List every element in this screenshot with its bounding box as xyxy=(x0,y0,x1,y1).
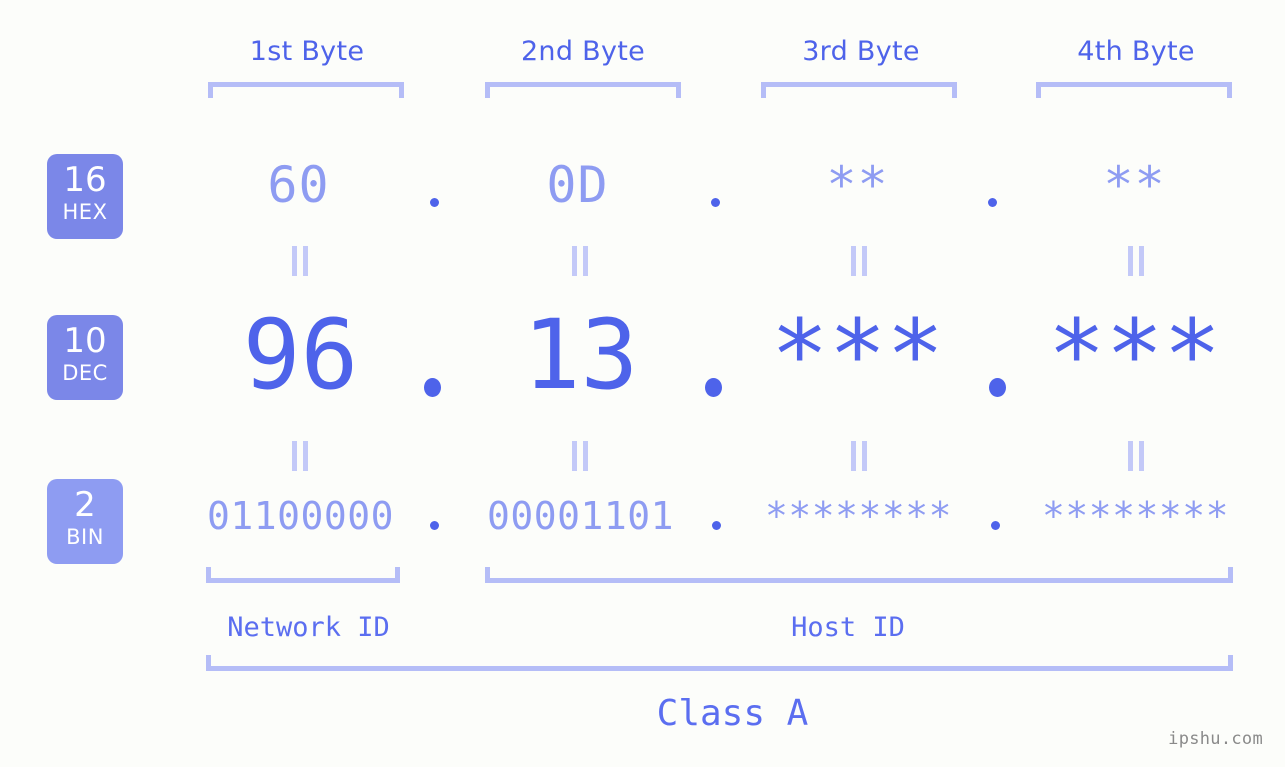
byte-header-3: 3rd Byte xyxy=(802,36,920,67)
class-bracket xyxy=(206,655,1233,671)
bin-byte-1: 01100000 xyxy=(206,494,395,538)
hex-dot-separator-2 xyxy=(711,198,720,207)
equals-mark-dec-bin-3 xyxy=(850,441,868,471)
base-badge-bin: 2 BIN xyxy=(47,479,123,564)
equals-mark-hex-dec-4 xyxy=(1127,246,1145,276)
byte-header-2: 2nd Byte xyxy=(520,36,646,67)
byte-header-1: 1st Byte xyxy=(249,36,365,67)
byte-bracket-top-1 xyxy=(208,82,404,98)
byte-bracket-top-4 xyxy=(1036,82,1232,98)
dec-dot-separator-3 xyxy=(989,378,1006,397)
bin-dot-separator-2 xyxy=(712,521,721,530)
byte-bracket-top-2 xyxy=(485,82,681,98)
base-badge-hex: 16 HEX xyxy=(47,154,123,239)
base-badge-hex-number: 16 xyxy=(63,160,107,200)
equals-mark-hex-dec-3 xyxy=(850,246,868,276)
equals-mark-dec-bin-4 xyxy=(1127,441,1145,471)
dec-byte-3: *** xyxy=(770,299,945,411)
hex-byte-2: 0D xyxy=(546,156,609,214)
equals-mark-dec-bin-2 xyxy=(571,441,589,471)
base-badge-hex-label: HEX xyxy=(62,200,108,224)
hex-dot-separator-1 xyxy=(430,198,439,207)
bin-byte-2: 00001101 xyxy=(486,494,675,538)
site-watermark: ipshu.com xyxy=(1168,729,1263,749)
base-badge-bin-label: BIN xyxy=(66,525,104,549)
bin-byte-4: ******** xyxy=(1041,494,1230,538)
equals-mark-hex-dec-2 xyxy=(571,246,589,276)
dec-byte-1: 96 xyxy=(242,299,359,411)
byte-header-4: 4th Byte xyxy=(1077,36,1195,67)
dec-dot-separator-2 xyxy=(705,378,722,397)
network-id-label: Network ID xyxy=(227,612,390,643)
equals-mark-hex-dec-1 xyxy=(291,246,309,276)
host-id-bracket xyxy=(485,567,1233,583)
base-badge-bin-number: 2 xyxy=(74,485,96,525)
dec-byte-2: 13 xyxy=(522,299,639,411)
hex-dot-separator-3 xyxy=(988,198,997,207)
base-badge-dec: 10 DEC xyxy=(47,315,123,400)
network-id-bracket xyxy=(206,567,400,583)
base-badge-dec-label: DEC xyxy=(62,361,108,385)
byte-bracket-top-3 xyxy=(761,82,957,98)
bin-dot-separator-3 xyxy=(991,521,1000,530)
class-label: Class A xyxy=(656,693,809,734)
host-id-label: Host ID xyxy=(791,612,905,643)
hex-byte-1: 60 xyxy=(267,156,330,214)
ip-breakdown-diagram: 1st Byte 2nd Byte 3rd Byte 4th Byte 16 H… xyxy=(0,0,1285,767)
equals-mark-dec-bin-1 xyxy=(291,441,309,471)
dec-byte-4: *** xyxy=(1047,299,1222,411)
base-badge-dec-number: 10 xyxy=(63,321,107,361)
hex-byte-4: ** xyxy=(1103,156,1166,214)
hex-byte-3: ** xyxy=(826,156,889,214)
dec-dot-separator-1 xyxy=(424,378,441,397)
bin-dot-separator-1 xyxy=(430,521,439,530)
bin-byte-3: ******** xyxy=(764,494,953,538)
